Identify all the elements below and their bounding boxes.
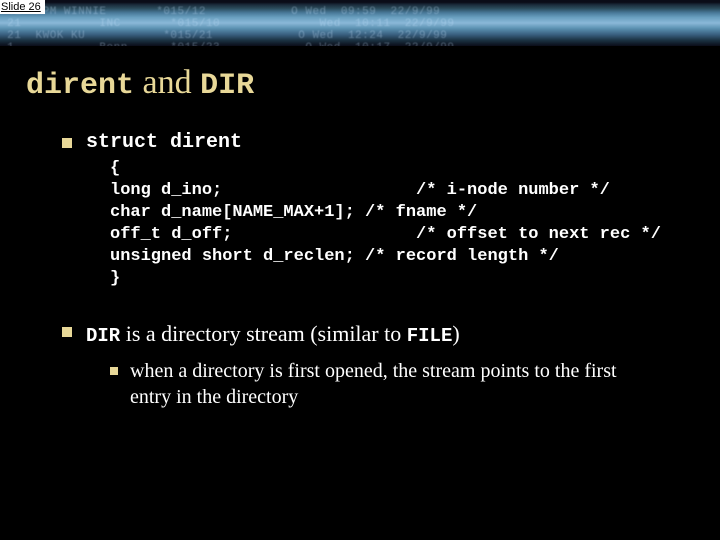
struct-code-block: { long d_ino; /* i-node number */ char d…	[110, 158, 682, 290]
slide-number-label: Slide 26	[0, 0, 45, 14]
title-code-1: dirent	[26, 69, 134, 103]
sub-bullet-1-text: when a directory is first opened, the st…	[130, 358, 660, 410]
square-bullet-icon	[62, 138, 72, 148]
bullet-2-mid: is a directory stream (similar to	[120, 321, 407, 346]
title-and: and	[134, 64, 200, 101]
sub-bullet-1: when a directory is first opened, the st…	[110, 358, 682, 410]
square-bullet-icon	[62, 327, 72, 337]
bullet-2-end: )	[452, 321, 459, 346]
square-bullet-icon	[110, 367, 118, 375]
content-area: struct dirent { long d_ino; /* i-node nu…	[62, 131, 682, 410]
bullet-2-code-1: DIR	[86, 325, 120, 347]
header-band: 41 MPM WINNIE *015/12 O Wed 09:59 22/9/9…	[0, 0, 720, 46]
bullet-2-text: DIR is a directory stream (similar to FI…	[86, 320, 460, 350]
bullet-1: struct dirent	[62, 131, 682, 154]
slide-title: dirent and DIR	[26, 64, 720, 103]
bullet-2: DIR is a directory stream (similar to FI…	[62, 320, 682, 350]
bullet-1-label: struct dirent	[86, 131, 242, 154]
title-code-2: DIR	[200, 69, 254, 103]
bullet-2-code-2: FILE	[407, 325, 453, 347]
header-trace-text: 41 MPM WINNIE *015/12 O Wed 09:59 22/9/9…	[0, 6, 720, 46]
